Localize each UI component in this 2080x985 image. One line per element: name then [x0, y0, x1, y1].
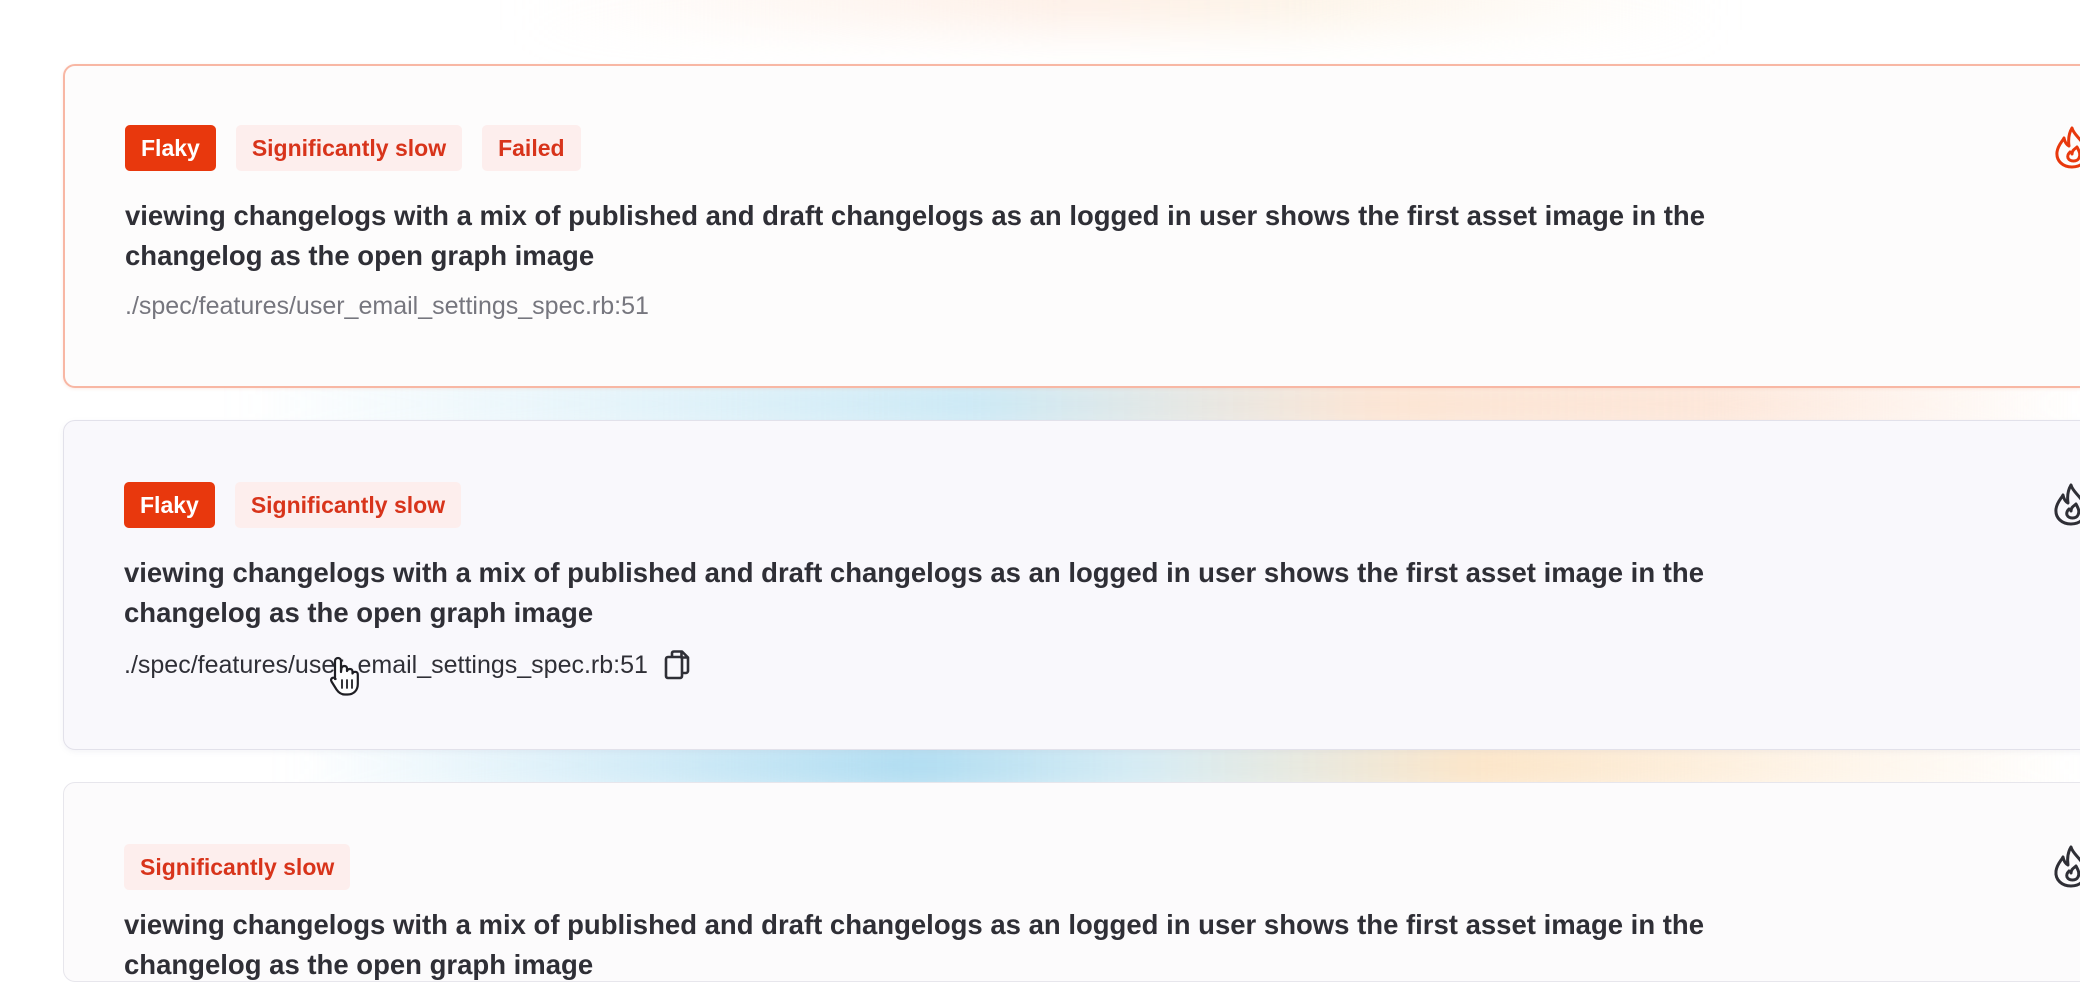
significantly-slow-badge: Significantly slow: [234, 482, 462, 528]
badge-group: Significantly slow: [124, 844, 351, 890]
file-path[interactable]: ./spec/features/user_email_settings_spec…: [125, 292, 649, 321]
file-path-row: ./spec/features/user_email_settings_spec…: [125, 292, 649, 321]
test-title: viewing changelogs with a mix of publish…: [124, 909, 1705, 980]
copy-icon[interactable]: [662, 649, 692, 681]
test-title: viewing changelogs with a mix of publish…: [125, 200, 1706, 271]
test-card[interactable]: Significantly slow viewing changelogs wi…: [63, 782, 2080, 982]
flaky-badge: Flaky: [124, 482, 215, 528]
significantly-slow-badge: Significantly slow: [235, 125, 463, 171]
flame-icon[interactable]: [2051, 843, 2080, 889]
badge-group: Flaky Significantly slow Failed: [125, 125, 581, 171]
file-path-row: ./spec/features/user_email_settings_spec…: [124, 649, 692, 681]
file-path[interactable]: ./spec/features/user_email_settings_spec…: [124, 651, 648, 680]
badge-group: Flaky Significantly slow: [124, 482, 462, 528]
background-glow-top: [520, 0, 1720, 30]
test-title: viewing changelogs with a mix of publish…: [124, 557, 1705, 628]
flaky-badge: Flaky: [125, 125, 216, 171]
failed-badge: Failed: [482, 125, 581, 171]
test-card[interactable]: Flaky Significantly slow viewing changel…: [63, 420, 2080, 750]
significantly-slow-badge: Significantly slow: [124, 844, 351, 890]
hand-pointer-icon: [329, 656, 359, 696]
flame-icon[interactable]: [2052, 124, 2080, 170]
test-card-selected[interactable]: Flaky Significantly slow Failed viewing …: [63, 64, 2080, 388]
flame-icon[interactable]: [2051, 481, 2080, 527]
